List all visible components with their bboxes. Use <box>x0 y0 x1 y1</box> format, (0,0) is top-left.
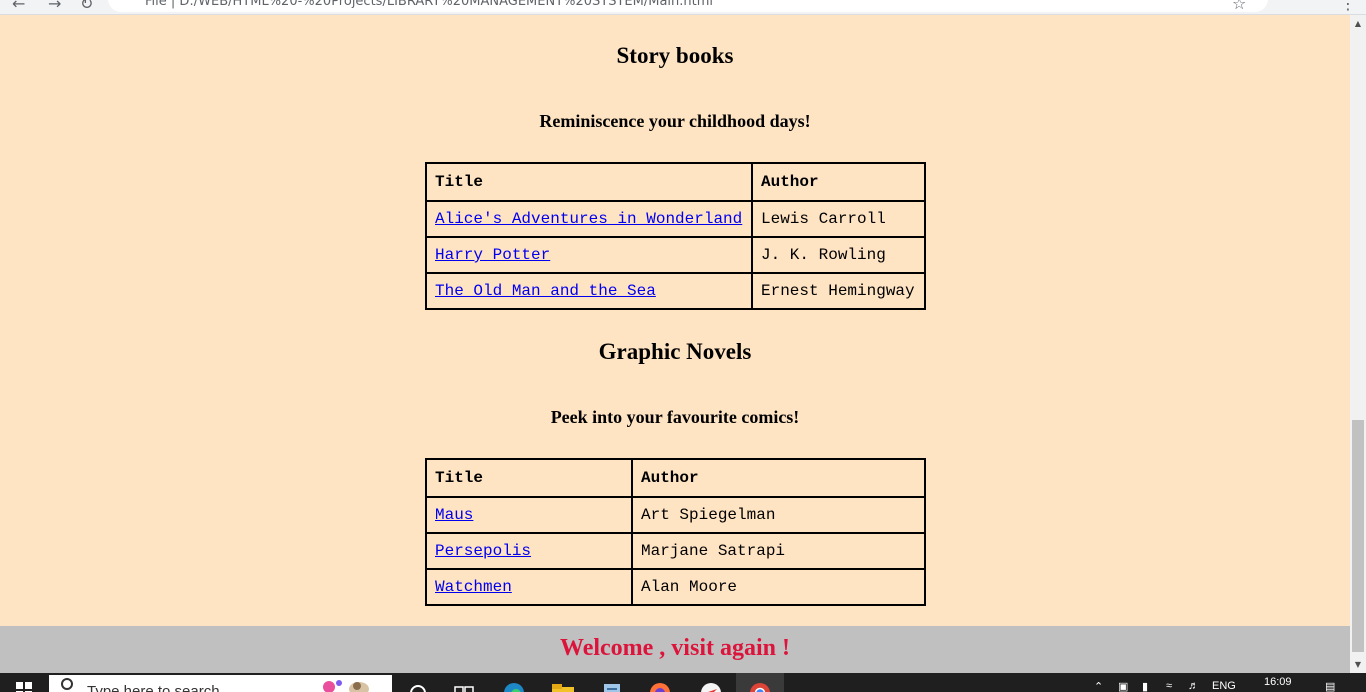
table-row: Watchmen Alan Moore <box>425 568 926 606</box>
story-books-table: Title Author Alice's Adventures in Wonde… <box>425 162 926 310</box>
vertical-scrollbar[interactable]: ▲ ▼ <box>1350 15 1366 673</box>
reload-icon[interactable]: ↻ <box>80 0 93 13</box>
table-row: The Old Man and the Sea Ernest Hemingway <box>425 272 926 310</box>
author-cell: Lewis Carroll <box>751 200 926 238</box>
page-content: Story books Reminiscence your childhood … <box>0 15 1350 626</box>
cortana-icon[interactable] <box>406 681 430 692</box>
table-header-row: Title Author <box>425 162 926 202</box>
battery-icon[interactable]: ▮ <box>1142 680 1148 692</box>
search-icon <box>61 678 73 690</box>
notifications-icon[interactable]: ▤ <box>1325 680 1335 692</box>
scroll-down-icon[interactable]: ▼ <box>1350 660 1366 669</box>
author-cell: Art Spiegelman <box>631 496 926 534</box>
bookmark-star-icon[interactable]: ☆ <box>1232 0 1246 13</box>
book-link[interactable]: Alice's Adventures in Wonderland <box>435 210 742 228</box>
taskbar-search-placeholder[interactable]: Type here to search <box>87 683 220 692</box>
input-language[interactable]: ENG <box>1212 680 1236 692</box>
title-column-header: Title <box>425 162 753 202</box>
search-highlight-doodle-icon <box>323 680 369 692</box>
graphic-novels-table: Title Author Maus Art Spiegelman Persepo… <box>425 458 926 606</box>
author-column-header: Author <box>751 162 926 202</box>
graphic-novels-subheading: Peek into your favourite comics! <box>550 407 800 427</box>
taskbar-search-box[interactable]: Type here to search <box>49 675 392 692</box>
book-link[interactable]: Harry Potter <box>435 246 550 264</box>
footer-message: Welcome , visit again ! <box>560 635 790 661</box>
author-column-header: Author <box>631 458 926 498</box>
author-cell: Alan Moore <box>631 568 926 606</box>
file-explorer-icon[interactable] <box>551 681 575 692</box>
title-cell: Alice's Adventures in Wonderland <box>425 200 753 238</box>
graphic-novels-heading: Graphic Novels <box>598 339 752 364</box>
table-row: Harry Potter J. K. Rowling <box>425 236 926 274</box>
title-cell: Persepolis <box>425 532 633 570</box>
notepad-icon[interactable] <box>600 681 624 692</box>
title-cell: The Old Man and the Sea <box>425 272 753 310</box>
firefox-icon[interactable] <box>648 681 672 692</box>
title-cell: Maus <box>425 496 633 534</box>
taskbar-clock[interactable]: 16:09 <box>1264 676 1292 688</box>
book-link[interactable]: The Old Man and the Sea <box>435 282 656 300</box>
footer: Welcome , visit again ! <box>0 626 1350 673</box>
author-cell: Ernest Hemingway <box>751 272 926 310</box>
book-link[interactable]: Maus <box>435 506 473 524</box>
edge-icon[interactable] <box>502 681 526 692</box>
table-row: Alice's Adventures in Wonderland Lewis C… <box>425 200 926 238</box>
title-cell: Watchmen <box>425 568 633 606</box>
wifi-icon[interactable]: ≈ <box>1166 680 1172 692</box>
show-hidden-icons-icon[interactable]: ⌃ <box>1094 680 1103 692</box>
windows-taskbar: Type here to search ⌃ ▣ ▮ ≈ ♬ ENG 16:09 … <box>0 673 1366 692</box>
title-column-header: Title <box>425 458 633 498</box>
table-row: Maus Art Spiegelman <box>425 496 926 534</box>
task-view-icon[interactable] <box>452 681 476 692</box>
chrome-icon[interactable] <box>748 681 772 692</box>
forward-icon[interactable]: → <box>48 0 61 13</box>
volume-icon[interactable]: ♬ <box>1188 680 1199 692</box>
app-icon[interactable] <box>699 681 723 692</box>
browser-toolbar: ← → ↻ File | D:/WEB/HTML%20-%20Projects/… <box>0 0 1366 15</box>
story-books-subheading: Reminiscence your childhood days! <box>539 111 811 131</box>
windows-start-icon[interactable] <box>16 682 33 692</box>
scroll-up-icon[interactable]: ▲ <box>1350 19 1366 28</box>
title-cell: Harry Potter <box>425 236 753 274</box>
table-row: Persepolis Marjane Satrapi <box>425 532 926 570</box>
scroll-thumb[interactable] <box>1352 420 1364 652</box>
book-link[interactable]: Persepolis <box>435 542 531 560</box>
address-bar-url[interactable]: File | D:/WEB/HTML%20-%20Projects/LIBRAR… <box>145 0 713 9</box>
author-cell: Marjane Satrapi <box>631 532 926 570</box>
table-header-row: Title Author <box>425 458 926 498</box>
book-link[interactable]: Watchmen <box>435 578 512 596</box>
back-icon[interactable]: ← <box>12 0 25 13</box>
browser-menu-icon[interactable]: ⋮ <box>1340 0 1356 13</box>
author-cell: J. K. Rowling <box>751 236 926 274</box>
network-icon[interactable]: ▣ <box>1118 680 1128 692</box>
story-books-heading: Story books <box>616 43 734 68</box>
